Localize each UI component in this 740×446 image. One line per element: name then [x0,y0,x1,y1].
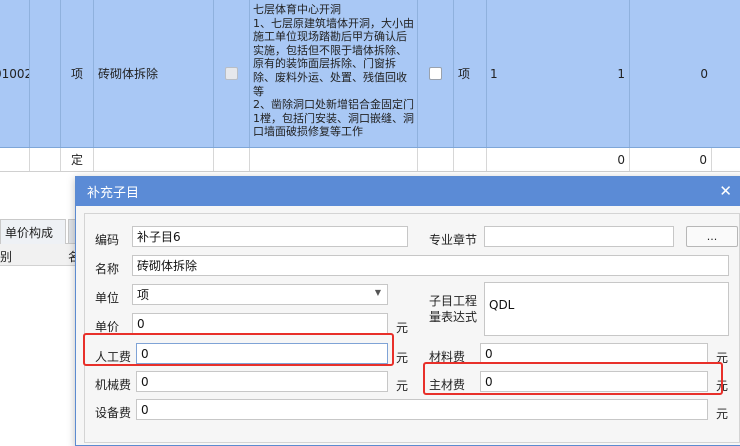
cell-price[interactable]: 0 [630,148,712,171]
highlight-labor-cost [83,333,394,366]
material-cost-input[interactable]: 0 [480,343,708,364]
cell-name[interactable]: 砖砌体拆除 [94,0,214,147]
cell-description[interactable] [250,148,418,171]
equipment-cost-input[interactable]: 0 [136,399,708,420]
cell-empty[interactable] [30,0,61,147]
cell-type[interactable]: 定 [61,148,94,171]
quantity-expression-input[interactable]: QDL [484,282,729,336]
tab-unit-price-composition[interactable]: 单价构成 [0,219,66,244]
code-input[interactable]: 补子目6 [132,226,408,247]
name-input[interactable]: 砖砌体拆除 [132,255,729,276]
label-name: 名称 [95,262,120,276]
cell-type[interactable]: 项 [61,0,94,147]
highlight-main-material-cost [423,362,723,395]
label-machine-cost: 机械费 [95,378,132,392]
cell-checkbox[interactable] [214,148,250,171]
quantity-expr: 1 [490,66,498,81]
dialog-body: 编码 补子目6 专业章节 ... 名称 砖砌体拆除 单位 项 ▼ 子目工程量表达… [83,213,740,443]
tab-label: 单价构成 [5,225,54,240]
lower-grid-header: 别 名 [0,244,80,266]
cell-quantity[interactable]: 0 [487,148,630,171]
checkbox[interactable] [429,67,442,80]
currency-unit: 元 [396,321,409,335]
lower-tabs: 单价构成 [0,219,80,244]
supplement-item-dialog: 补充子目 ✕ 编码 补子目6 专业章节 ... 名称 砖砌体拆除 单位 项 ▼ … [75,176,740,446]
cell-code[interactable]: 01002 [0,0,30,147]
cell-unit[interactable]: 项 [454,0,487,147]
machine-cost-input[interactable]: 0 [136,371,388,392]
chapter-input[interactable] [484,226,674,247]
cell-unit[interactable] [454,148,487,171]
chevron-down-icon[interactable]: ▼ [375,288,381,297]
label-unit: 单位 [95,291,120,305]
description-text: 七层体育中心开洞 1、七层原建筑墙体开洞，大小由施工单位现场踏勘后甲方确认后实施，… [253,3,414,139]
close-icon[interactable]: ✕ [719,183,732,199]
label-chapter: 专业章节 [429,233,478,247]
cell-description[interactable]: 七层体育中心开洞 1、七层原建筑墙体开洞，大小由施工单位现场踏勘后甲方确认后实施，… [250,0,418,147]
cell-checkbox[interactable] [418,0,454,147]
cell-checkbox[interactable] [418,148,454,171]
table-row-selected[interactable]: 01002 项 砖砌体拆除 七层体育中心开洞1、七层原建筑墙体开洞，大小由施工单… [0,0,740,148]
cell-name[interactable] [94,148,214,171]
cell-empty[interactable] [30,148,61,171]
cell-price[interactable]: 0 [630,0,712,147]
table-row-def[interactable]: 定 0 0 [0,148,740,172]
cell-checkbox-disabled [214,0,250,147]
cell-quantity[interactable]: 1 1 [487,0,630,147]
currency-unit: 元 [396,379,409,393]
dialog-title: 补充子目 [87,186,140,201]
unit-select-value: 项 [137,288,150,302]
quantity-value: 0 [617,152,625,167]
quantity-value: 1 [617,66,625,81]
label-code: 编码 [95,233,120,247]
price-input[interactable]: 0 [132,313,388,334]
label-equipment-cost: 设备费 [95,406,132,420]
unit-select[interactable]: 项 ▼ [132,284,388,305]
label-quantity-expression: 子目工程量表达式 [429,294,478,324]
cell-code[interactable] [0,148,30,171]
checkbox-disabled [225,67,238,80]
currency-unit: 元 [396,351,409,365]
currency-unit: 元 [716,407,729,421]
column-header-category[interactable]: 别 [0,248,12,265]
dialog-title-bar[interactable]: 补充子目 ✕ [76,177,740,206]
chapter-browse-button[interactable]: ... [686,226,738,247]
